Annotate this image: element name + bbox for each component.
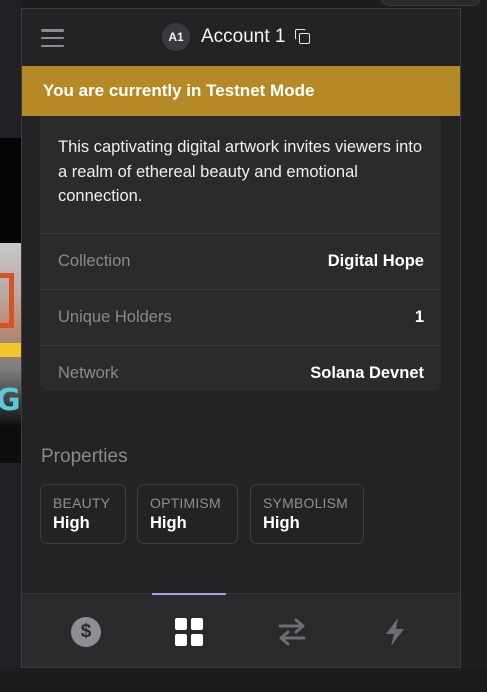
active-tab-indicator xyxy=(152,593,226,595)
nft-details-card: This captivating digital artwork invites… xyxy=(40,99,441,391)
dollar-icon: $ xyxy=(71,617,101,647)
detail-row-network: Network Solana Devnet xyxy=(40,345,441,401)
detail-label: Unique Holders xyxy=(58,308,172,326)
account-selector[interactable]: A1 Account 1 xyxy=(162,23,311,51)
property-key: OPTIMISM xyxy=(150,495,221,511)
hamburger-menu-icon[interactable] xyxy=(41,29,64,47)
testnet-mode-banner: You are currently in Testnet Mode xyxy=(22,66,460,116)
tab-tokens[interactable]: $ xyxy=(49,594,123,667)
nft-description: This captivating digital artwork invites… xyxy=(58,138,423,205)
detail-label: Collection xyxy=(58,252,131,270)
background-nft-artwork: G xyxy=(0,138,22,463)
detail-label: Network xyxy=(58,364,119,382)
tab-swap[interactable] xyxy=(255,594,329,667)
wallet-popup: A1 Account 1 This captivating digital ar… xyxy=(21,8,461,668)
detail-value: Digital Hope xyxy=(327,252,424,270)
tab-activity[interactable] xyxy=(358,594,432,667)
lightning-icon xyxy=(386,618,404,646)
account-avatar: A1 xyxy=(162,23,190,51)
bottom-tab-bar: $ xyxy=(22,593,460,667)
property-value: High xyxy=(53,514,90,532)
background-page-bottom xyxy=(0,668,487,692)
property-key: SYMBOLISM xyxy=(263,495,349,511)
property-value: High xyxy=(150,514,187,532)
properties-heading: Properties xyxy=(41,446,128,467)
property-chip: BEAUTY High xyxy=(40,484,126,544)
property-chip: OPTIMISM High xyxy=(137,484,238,544)
copy-icon[interactable] xyxy=(294,29,311,45)
wallet-header: A1 Account 1 xyxy=(22,9,460,66)
detail-value: 1 xyxy=(414,308,424,326)
detail-row-unique-holders: Unique Holders 1 xyxy=(40,289,441,345)
property-key: BEAUTY xyxy=(53,495,111,511)
swap-icon xyxy=(278,618,306,646)
detail-value: Solana Devnet xyxy=(310,364,424,382)
tab-collectibles[interactable] xyxy=(152,593,226,667)
detail-row-collection: Collection Digital Hope xyxy=(40,233,441,289)
background-page-right xyxy=(381,0,487,692)
property-chip: SYMBOLISM High xyxy=(250,484,364,544)
grid-icon xyxy=(175,618,203,646)
property-value: High xyxy=(263,514,300,532)
account-name: Account 1 xyxy=(201,26,286,47)
